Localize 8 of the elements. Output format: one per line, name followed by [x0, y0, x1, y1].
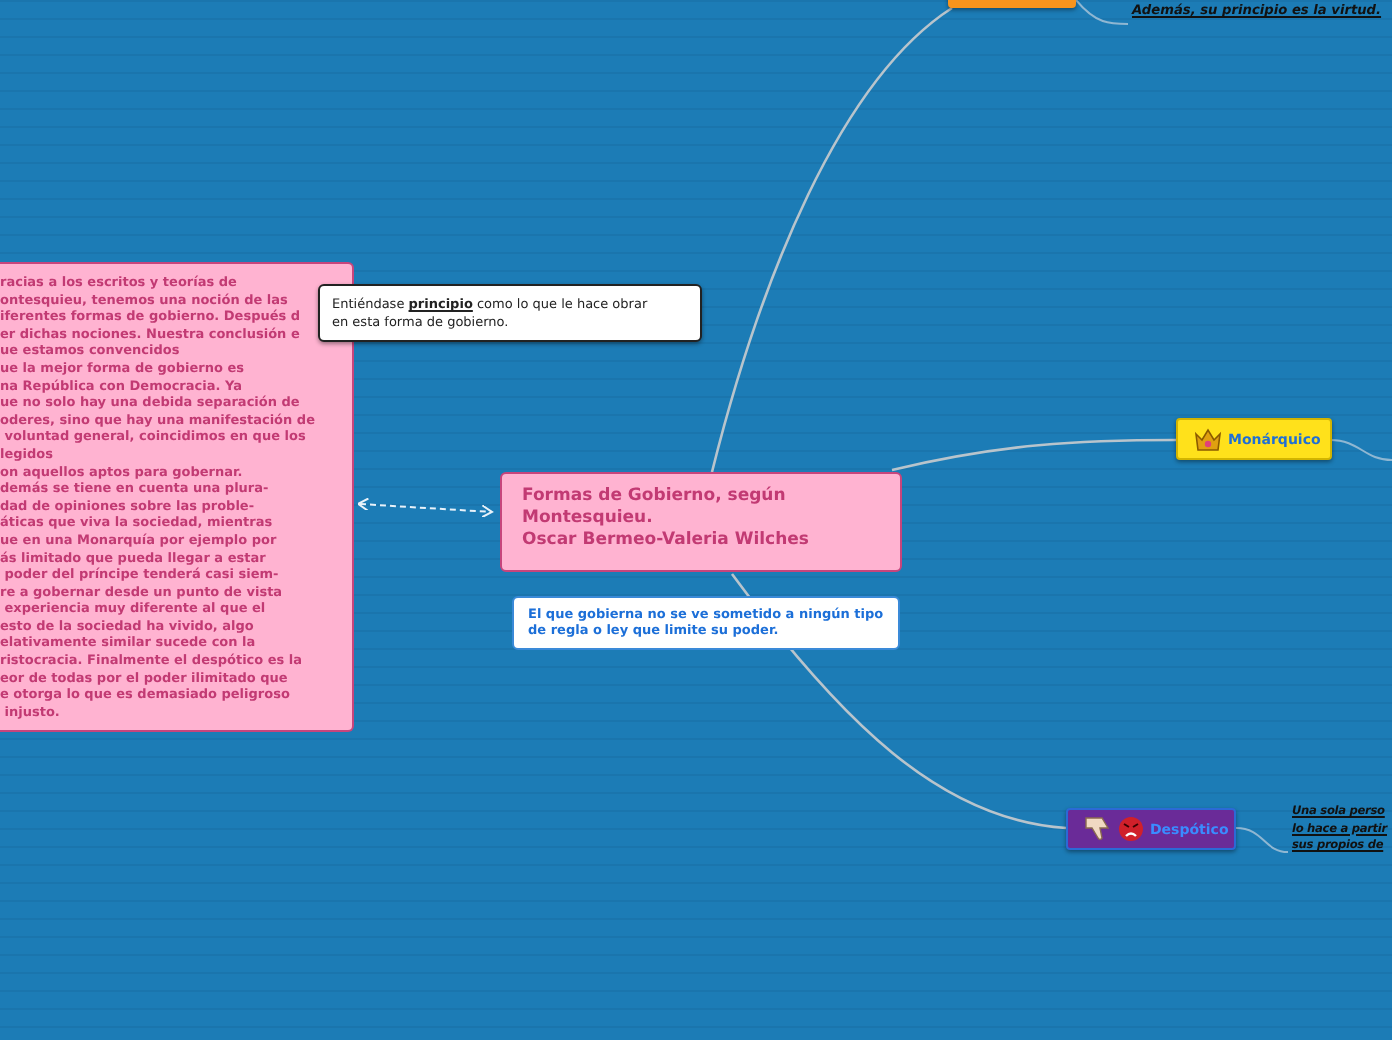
thumbs-down-icon	[1084, 816, 1112, 842]
angry-face-icon	[1118, 816, 1144, 842]
central-topic[interactable]: Formas de Gobierno, según Montesquieu. Oscar Bermeo-Valeria Wilches	[500, 472, 902, 572]
crown-icon	[1194, 426, 1222, 452]
connector-line	[1235, 827, 1289, 853]
connector-line	[1075, 0, 1129, 25]
relationship-arrow	[357, 497, 493, 519]
connector-line	[1329, 439, 1392, 461]
